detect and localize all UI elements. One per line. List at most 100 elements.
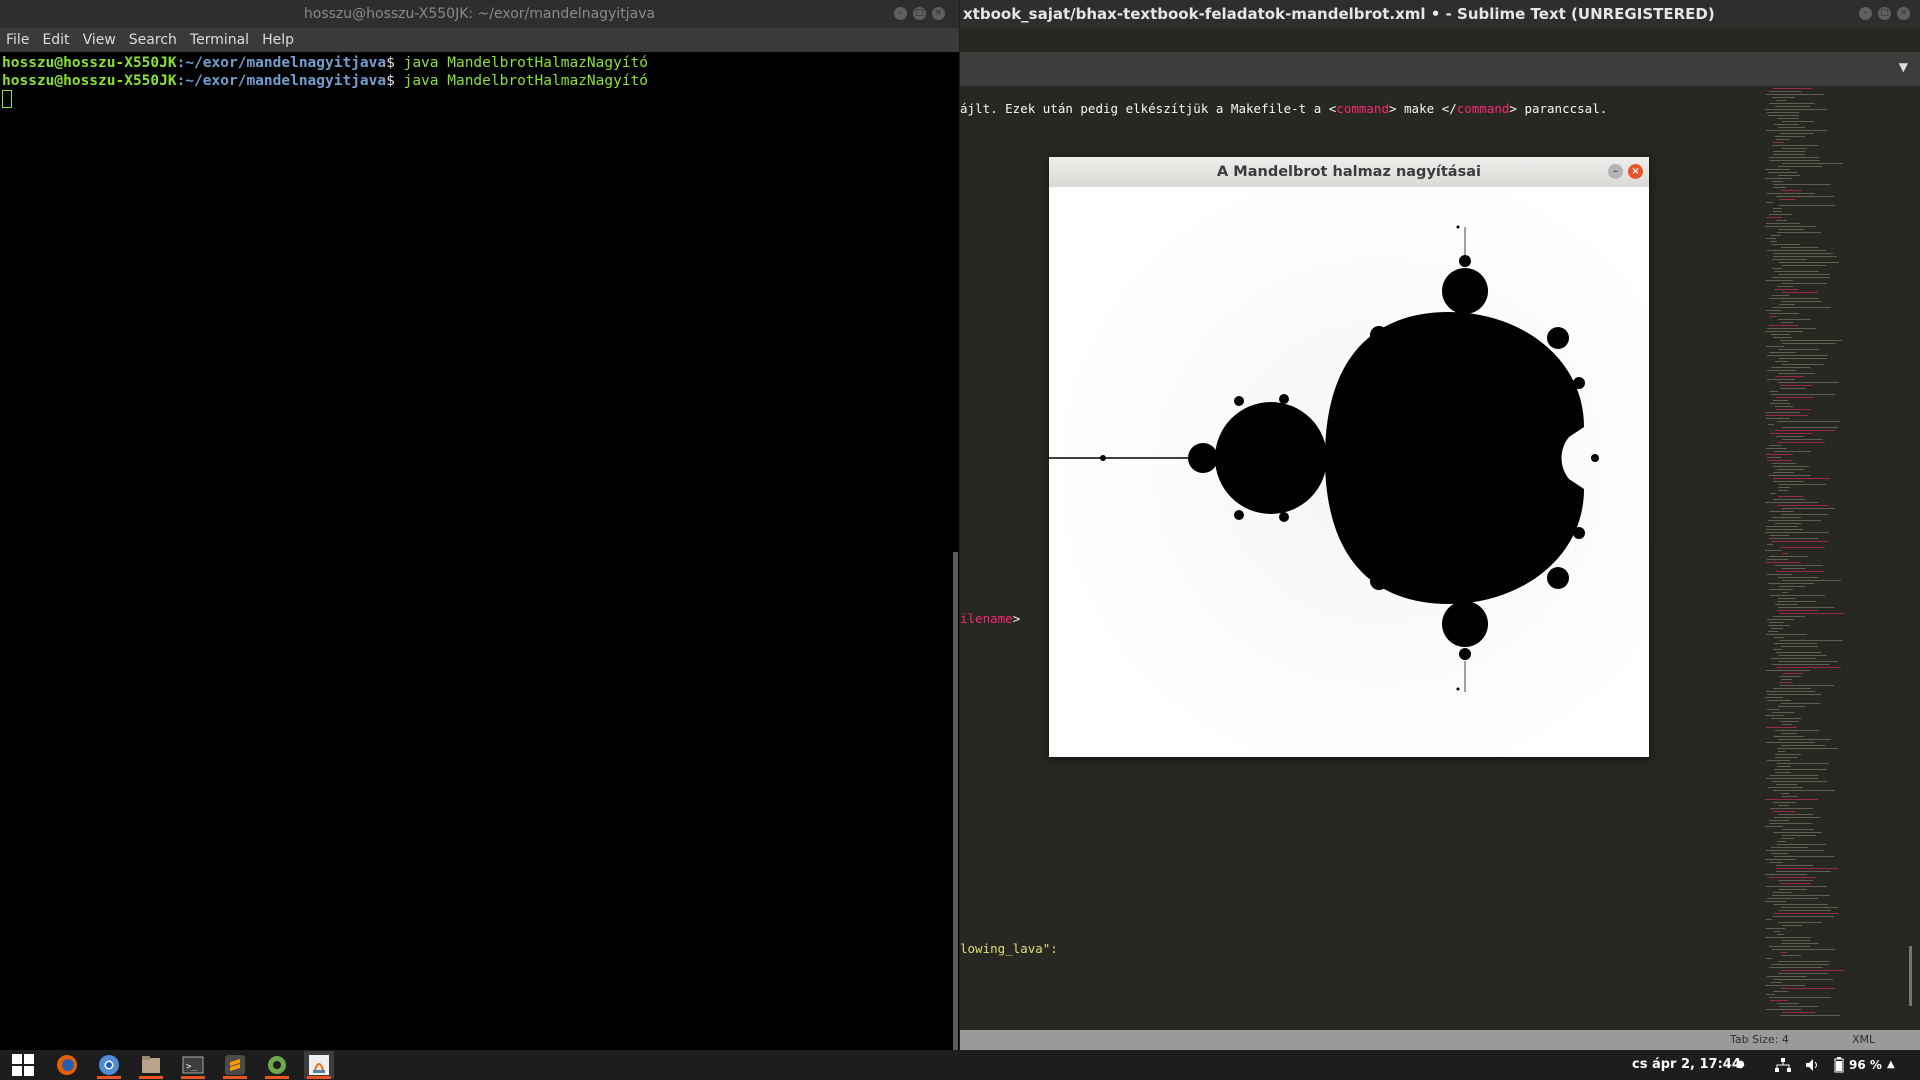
minimap-line (1766, 1009, 1801, 1010)
minimap-line (1777, 286, 1793, 287)
battery-icon[interactable] (1834, 1050, 1844, 1080)
volume-icon[interactable] (1805, 1050, 1821, 1080)
terminal-output[interactable]: hosszu@hosszu-X550JK:~/exor/mandelnagyit… (0, 52, 959, 110)
minimize-icon[interactable]: – (1859, 7, 1872, 20)
minimap-line (1767, 898, 1818, 899)
minimap-line (1767, 709, 1780, 710)
settings-icon[interactable] (262, 1051, 292, 1079)
minimap-line (1769, 325, 1798, 326)
minimap-line (1779, 484, 1826, 485)
minimap-line (1776, 139, 1790, 140)
minimap[interactable] (1755, 86, 1875, 1026)
tab-bar[interactable]: ▼ (960, 52, 1920, 86)
minimap-line (1766, 634, 1807, 635)
minimap-line (1769, 589, 1793, 590)
maximize-icon[interactable]: □ (1878, 7, 1891, 20)
minimap-line (1781, 190, 1802, 191)
terminal-scrollbar[interactable] (953, 552, 958, 1050)
minimap-line (1778, 739, 1831, 740)
files-icon[interactable] (136, 1051, 166, 1079)
minimap-line (1769, 313, 1799, 314)
minimap-line (1779, 205, 1835, 206)
minimap-line (1772, 277, 1830, 278)
minimap-line (1771, 847, 1808, 848)
minimap-line (1765, 412, 1800, 413)
minimap-line (1766, 778, 1818, 779)
minimap-line (1777, 505, 1828, 506)
minimap-line (1772, 295, 1789, 296)
command-text: java MandelbrotHalmazNagyító (394, 73, 649, 89)
minimap-line (1775, 376, 1804, 377)
minimap-line (1769, 946, 1810, 947)
minimap-line (1782, 724, 1792, 725)
minimap-line (1771, 853, 1788, 854)
firefox-icon[interactable] (52, 1051, 82, 1079)
minimize-icon[interactable]: – (1608, 164, 1623, 179)
minimap-line (1767, 976, 1807, 977)
menu-view[interactable]: View (83, 28, 116, 52)
terminal-window[interactable]: hosszu@hosszu-X550JK: ~/exor/mandelnagyi… (0, 0, 959, 1050)
close-icon[interactable]: × (1897, 7, 1910, 20)
minimap-line (1766, 742, 1815, 743)
terminal-icon[interactable]: >_ (178, 1051, 208, 1079)
apps-grid-icon[interactable] (8, 1051, 38, 1079)
minimap-line (1765, 937, 1811, 938)
minimap-line (1782, 925, 1802, 926)
minimap-line (1773, 88, 1812, 89)
java-icon[interactable] (304, 1051, 334, 1079)
battery-percent[interactable]: 96 % (1849, 1050, 1882, 1080)
maximize-icon[interactable]: □ (913, 7, 926, 20)
minimap-line (1778, 961, 1829, 962)
minimap-line (1769, 862, 1783, 863)
minimap-line (1778, 382, 1839, 383)
mandelbrot-canvas[interactable] (1049, 187, 1649, 757)
minimap-line (1772, 259, 1807, 260)
terminal-menubar: File Edit View Search Terminal Help (0, 28, 959, 52)
minimap-line (1779, 682, 1793, 683)
minimap-line (1765, 226, 1816, 227)
minimap-line (1769, 157, 1819, 158)
menu-terminal[interactable]: Terminal (190, 28, 249, 52)
sublime-icon[interactable] (220, 1051, 250, 1079)
tab-dropdown-icon[interactable]: ▼ (1899, 60, 1908, 74)
minimap-line (1776, 865, 1813, 866)
minimap-line (1773, 187, 1786, 188)
minimap-line (1768, 520, 1821, 521)
minimap-line (1782, 439, 1823, 440)
minimap-line (1777, 667, 1841, 668)
minimap-line (1773, 790, 1835, 791)
minimap-line (1765, 859, 1796, 860)
mandelbrot-window[interactable]: A Mandelbrot halmaz nagyításai – × (1049, 157, 1649, 757)
network-icon[interactable] (1775, 1050, 1791, 1080)
minimize-icon[interactable]: – (894, 7, 907, 20)
minimap-line (1770, 595, 1825, 596)
minimap-line (1770, 241, 1777, 242)
close-icon[interactable]: × (932, 7, 945, 20)
menu-search[interactable]: Search (129, 28, 177, 52)
svg-text:>_: >_ (186, 1062, 197, 1072)
minimap-line (1776, 196, 1834, 197)
minimap-line (1765, 550, 1781, 551)
minimap-line (1767, 193, 1815, 194)
syntax-indicator[interactable]: XML (1852, 1030, 1875, 1050)
chromium-icon[interactable] (94, 1051, 124, 1079)
minimap-line (1778, 607, 1834, 608)
tray-menu-arrow-icon[interactable]: ▲ (1887, 1050, 1895, 1080)
minimap-line (1768, 115, 1799, 116)
minimap-line (1776, 784, 1797, 785)
menu-file[interactable]: File (6, 28, 29, 52)
minimap-line (1777, 232, 1821, 233)
clock[interactable]: cs ápr 2, 17:44 (1632, 1050, 1741, 1080)
close-icon[interactable]: × (1628, 164, 1643, 179)
menu-help[interactable]: Help (262, 28, 294, 52)
minimap-line (1782, 364, 1824, 365)
menu-edit[interactable]: Edit (42, 28, 69, 52)
minimap-line (1774, 637, 1784, 638)
minimap-line (1781, 745, 1825, 746)
editor-scrollbar[interactable] (1909, 946, 1912, 1006)
minimap-line (1781, 955, 1801, 956)
minimap-line (1770, 316, 1777, 317)
minimap-line (1767, 694, 1821, 695)
tab-size-indicator[interactable]: Tab Size: 4 (1730, 1030, 1789, 1050)
minimap-line (1781, 793, 1789, 794)
